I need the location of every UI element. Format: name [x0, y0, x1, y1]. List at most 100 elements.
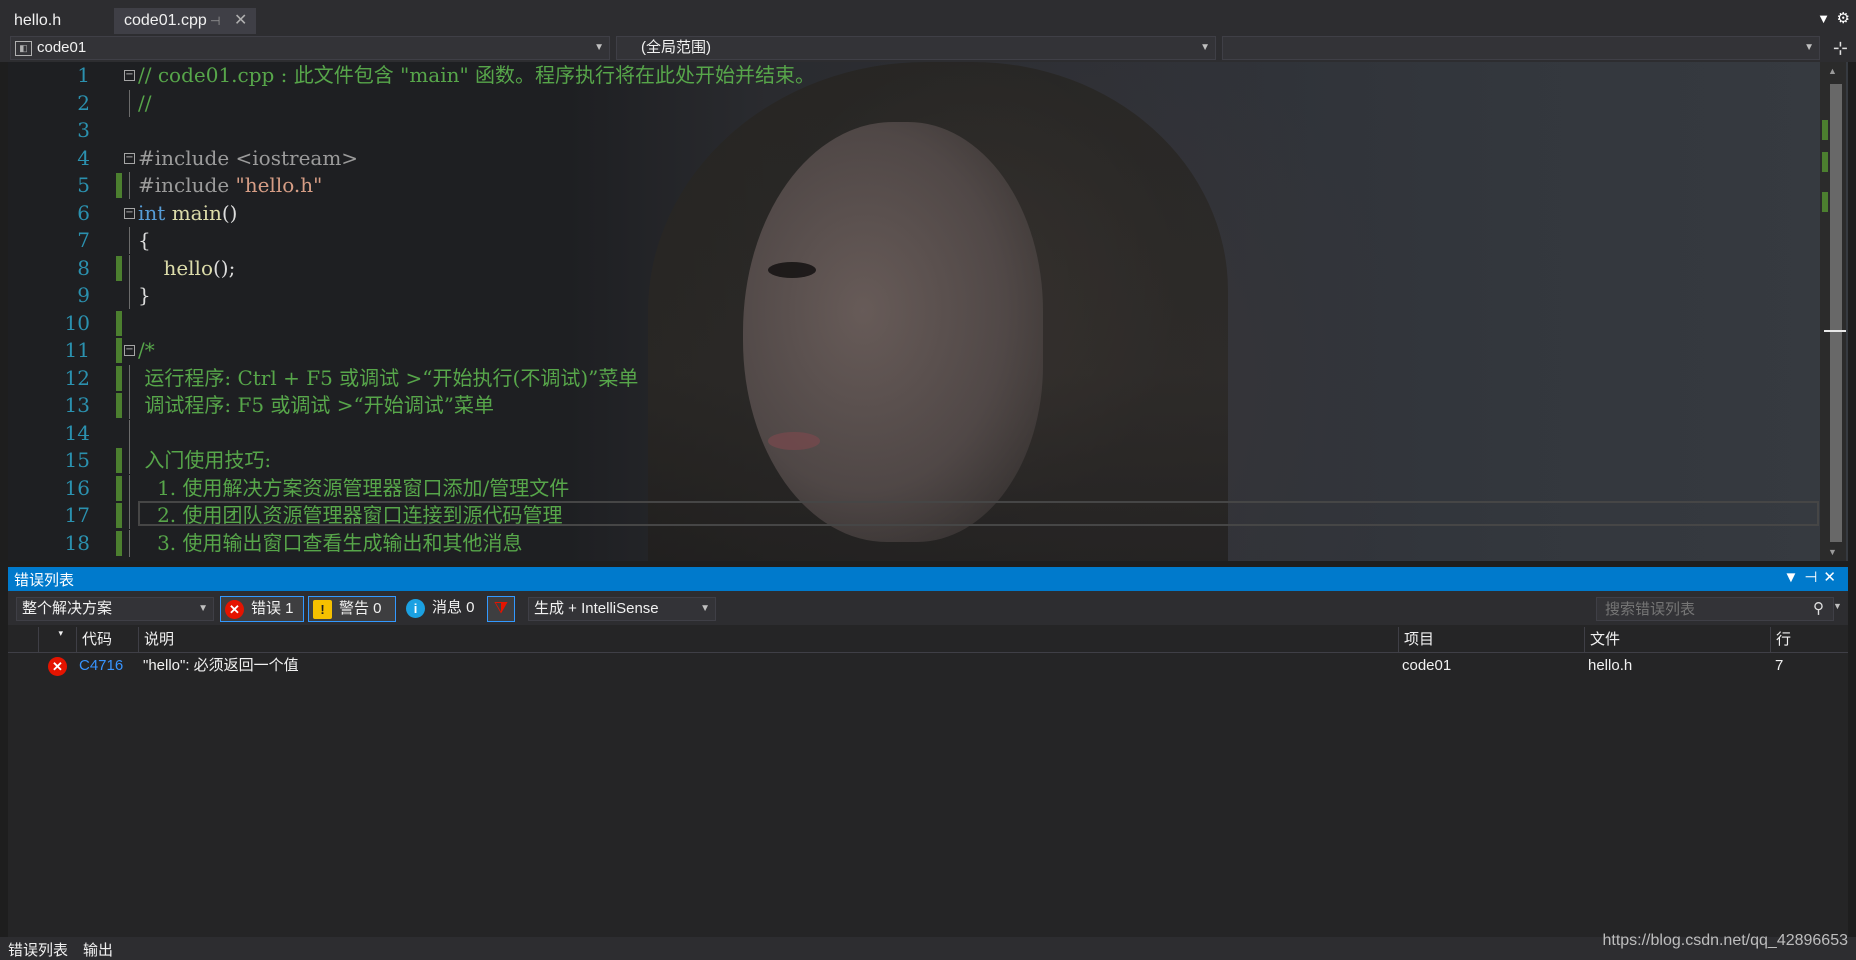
code-text: int main() [138, 200, 237, 227]
search-icon[interactable]: ⚲ [1813, 599, 1824, 617]
line-number: 9 [77, 283, 90, 307]
split-editor-icon[interactable]: ⊹ [1833, 38, 1848, 58]
line-number: 5 [77, 173, 90, 197]
change-marker [1822, 192, 1828, 212]
change-marker [1822, 120, 1828, 140]
column-header-icon[interactable]: ▾ [38, 627, 66, 652]
chevron-down-icon[interactable]: ▼ [1833, 601, 1842, 611]
line-number: 17 [64, 503, 90, 527]
code-line[interactable]: 6 − int main() [8, 200, 1808, 227]
solution-scope-dropdown[interactable]: 整个解决方案 ▼ [16, 597, 214, 621]
filter-toggle-button[interactable]: ⧩ [487, 596, 515, 622]
outline-guide [129, 502, 130, 529]
code-token: 2. 使用团队资源管理器窗口连接到源代码管理 [138, 503, 563, 527]
code-line[interactable]: 11 −/* [8, 337, 1808, 364]
messages-filter-label: 消息 0 [432, 599, 475, 616]
error-file: hello.h [1588, 657, 1633, 674]
change-indicator [116, 393, 122, 418]
code-line[interactable]: 8 hello(); [8, 254, 1808, 282]
navigation-bar: ◧ code01 ▼ (全局范围) ▼ ▼ ⊹ [0, 34, 1856, 62]
scroll-down-icon[interactable]: ▼ [1828, 547, 1837, 557]
change-indicator [116, 365, 122, 391]
column-header-label: 项目 [1404, 631, 1435, 648]
column-header-code[interactable]: 代码 [76, 627, 144, 652]
collapse-icon[interactable]: − [124, 70, 135, 81]
search-error-list-input[interactable] [1596, 597, 1834, 621]
code-line[interactable]: 18 3. 使用输出窗口查看生成输出和其他消息 [8, 529, 1808, 557]
code-line[interactable]: 17 2. 使用团队资源管理器窗口连接到源代码管理 [8, 502, 1808, 529]
gear-icon[interactable]: ⚙ [1837, 9, 1850, 27]
column-header-project[interactable]: 项目 [1398, 627, 1584, 652]
filter-icon: ⧩ [493, 600, 509, 617]
code-token: #include [138, 173, 236, 197]
outline-guide [129, 364, 130, 392]
tab-code01-cpp[interactable]: code01.cpp ⊣ ✕ [114, 8, 256, 34]
code-line[interactable]: 12 运行程序: Ctrl + F5 或调试 >“开始执行(不调试)”菜单 [8, 364, 1808, 392]
collapse-icon[interactable]: − [124, 207, 135, 219]
collapse-icon[interactable]: − [124, 345, 135, 356]
dropdown-icon[interactable]: ▼ [1783, 569, 1804, 586]
project-dropdown[interactable]: ◧ code01 ▼ [10, 36, 610, 60]
tab-output[interactable]: 输出 [83, 939, 113, 960]
column-header-description[interactable]: 说明 [138, 627, 1206, 652]
code-line[interactable]: 5 #include "hello.h" [8, 172, 1808, 199]
code-line[interactable]: 7{ [8, 227, 1808, 254]
scroll-up-icon[interactable]: ▲ [1828, 66, 1837, 76]
change-indicator [116, 448, 122, 473]
outline-guide [129, 447, 130, 474]
editor-vertical-scrollbar[interactable]: ▲ ▼ [1820, 62, 1846, 561]
build-intellisense-dropdown[interactable]: 生成 + IntelliSense ▼ [528, 597, 716, 621]
column-header-line[interactable]: 行 [1770, 627, 1848, 652]
code-token: 运行程序: Ctrl + F5 或调试 >“开始执行(不调试)”菜单 [138, 365, 639, 390]
close-icon[interactable]: ✕ [1823, 569, 1842, 586]
watermark-url: https://blog.csdn.net/qq_42896653 [1602, 932, 1848, 949]
chevron-down-icon: ▼ [198, 603, 208, 614]
code-token: { [138, 228, 151, 252]
pin-icon[interactable]: ⊣ [1804, 569, 1823, 586]
collapse-icon[interactable]: − [124, 152, 135, 164]
column-header-file[interactable]: 文件 [1584, 627, 1770, 652]
code-line[interactable]: 4 − #include <iostream> [8, 145, 1808, 172]
code-line[interactable]: 3 [8, 117, 1808, 144]
code-line[interactable]: 14 [8, 419, 1808, 447]
code-line[interactable]: 15 入门使用技巧: [8, 447, 1808, 474]
tab-overflow-dropdown-icon[interactable]: ▼ [1817, 11, 1830, 26]
scrollbar-thumb[interactable] [1830, 84, 1842, 542]
error-list-title-bar: 错误列表 ▼⊣✕ [8, 567, 1848, 591]
code-editor[interactable]: 1−// code01.cpp : 此文件包含 "main" 函数。程序执行将在… [8, 62, 1848, 561]
line-number: 2 [77, 90, 90, 115]
code-line[interactable]: 16 1. 使用解决方案资源管理器窗口添加/管理文件 [8, 474, 1808, 502]
outline-guide [129, 392, 130, 419]
member-dropdown[interactable]: ▼ [1222, 36, 1820, 60]
close-icon[interactable]: ✕ [234, 8, 247, 34]
error-code-link[interactable]: C4716 [79, 653, 123, 679]
pin-icon[interactable]: ⊣ [210, 8, 220, 34]
scope-dropdown[interactable]: (全局范围) ▼ [616, 36, 1216, 60]
column-header-label: 行 [1776, 631, 1792, 648]
tab-error-list[interactable]: 错误列表 [8, 939, 68, 960]
code-token: 3. 使用输出窗口查看生成输出和其他消息 [138, 530, 523, 555]
change-indicator [116, 338, 122, 363]
chevron-down-icon: ▼ [1804, 42, 1814, 53]
code-line[interactable]: 2 // [8, 89, 1808, 117]
bottom-tool-tabs: 错误列表 输出 [0, 937, 1856, 960]
warnings-filter-button[interactable]: ! 警告 0 [308, 596, 396, 622]
code-text: 2. 使用团队资源管理器窗口连接到源代码管理 [138, 502, 563, 529]
code-line[interactable]: 9} [8, 282, 1808, 309]
code-text: hello(); [138, 255, 235, 282]
column-header-label: 文件 [1590, 631, 1621, 648]
code-token: () [221, 200, 238, 225]
chevron-down-icon: ▼ [594, 42, 604, 53]
code-line[interactable]: 13 调试程序: F5 或调试 >“开始调试”菜单 [8, 392, 1808, 419]
code-line[interactable]: 1 −// code01.cpp : 此文件包含 "main" 函数。程序执行将在… [8, 62, 1808, 89]
error-description: "hello": 必须返回一个值 [143, 657, 299, 674]
code-line[interactable]: 10 [8, 310, 1808, 337]
code-text: 运行程序: Ctrl + F5 或调试 >“开始执行(不调试)”菜单 [138, 365, 638, 392]
code-text: 1. 使用解决方案资源管理器窗口添加/管理文件 [138, 475, 569, 502]
errors-filter-button[interactable]: ✕ 错误 1 [220, 596, 304, 622]
tab-hello-h[interactable]: hello.h [4, 8, 118, 34]
table-row[interactable]: ✕ C4716 "hello": 必须返回一个值 code01 hello.h … [8, 653, 1848, 679]
line-number: 10 [64, 310, 90, 335]
change-marker [1822, 152, 1828, 172]
messages-filter-button[interactable]: i 消息 0 [402, 596, 480, 622]
